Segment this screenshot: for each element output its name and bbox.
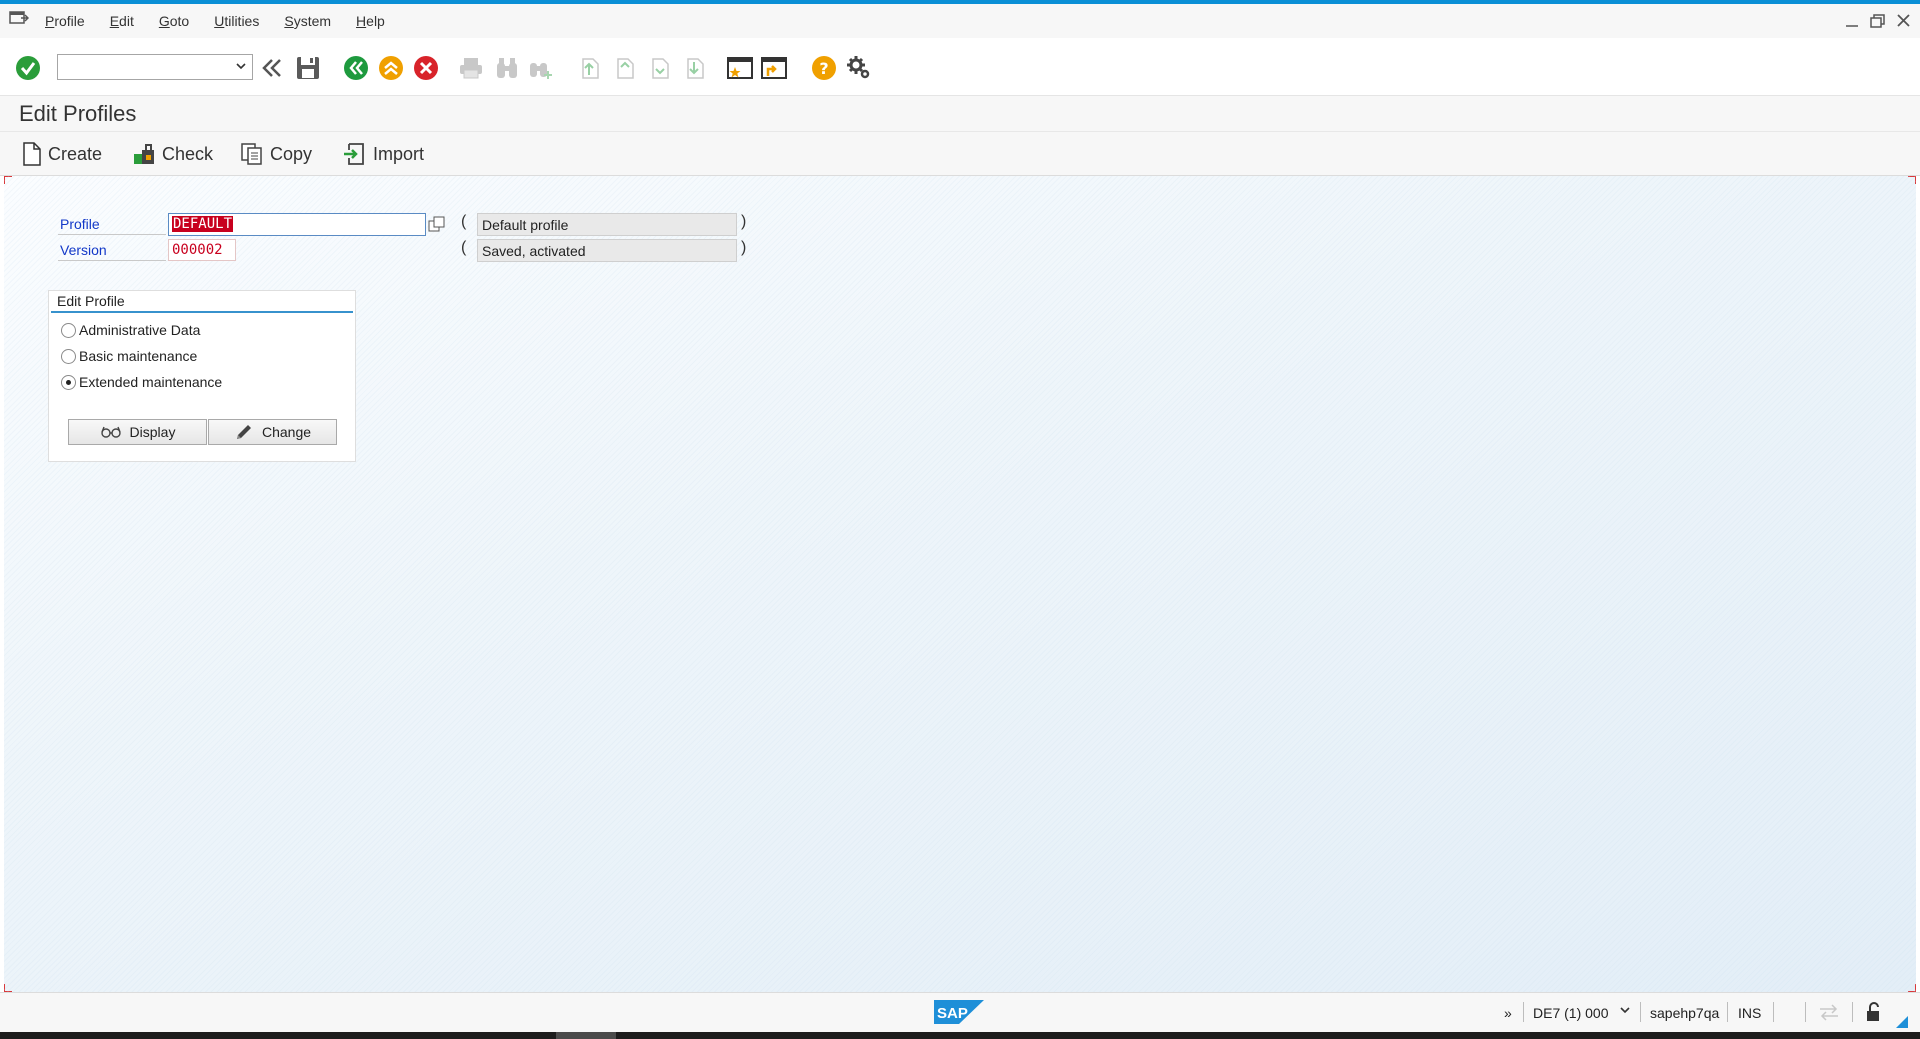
app-menu-icon[interactable]: [9, 10, 30, 28]
close-paren: ): [741, 239, 747, 256]
page-title: Edit Profiles: [19, 101, 137, 126]
radio-button[interactable]: [61, 348, 76, 364]
menu-goto[interactable]: Goto: [159, 13, 189, 29]
resize-grip-icon[interactable]: [1896, 1015, 1908, 1031]
shortcut-icon[interactable]: [760, 54, 788, 82]
close-icon[interactable]: [1894, 12, 1914, 30]
corner-marker: [1908, 176, 1916, 184]
command-input[interactable]: [58, 55, 228, 79]
next-page-icon: [646, 54, 674, 82]
insert-mode: INS: [1738, 1005, 1762, 1021]
sap-logo-icon: SAP: [934, 1000, 984, 1027]
application-toolbar: Create Check Copy Import: [0, 132, 1920, 176]
menu-help[interactable]: Help: [356, 13, 385, 29]
change-button[interactable]: Change: [208, 419, 337, 445]
radio-extended-maintenance[interactable]: Extended maintenance: [61, 374, 222, 390]
chevron-down-icon[interactable]: [1619, 1004, 1631, 1021]
radio-administrative-data[interactable]: Administrative Data: [61, 322, 200, 338]
label-underline: [58, 260, 166, 261]
print-icon: [457, 54, 485, 82]
group-title: Edit Profile: [57, 293, 125, 309]
cancel-icon[interactable]: [412, 54, 440, 82]
corner-marker: [4, 176, 12, 184]
restore-icon[interactable]: [1868, 12, 1888, 30]
status-separator: [1805, 1002, 1806, 1022]
taskbar-item: [556, 1032, 616, 1039]
menu-utilities[interactable]: Utilities: [214, 13, 259, 29]
radio-button-selected[interactable]: [61, 374, 76, 390]
previous-page-icon: [611, 54, 639, 82]
status-separator: [1727, 1002, 1728, 1022]
version-value: 000002: [168, 239, 236, 261]
status-expand-icon[interactable]: »: [1504, 1005, 1512, 1021]
label-underline: [58, 234, 166, 235]
menu-profile[interactable]: Profile: [45, 13, 85, 29]
system-info: DE7 (1) 000: [1533, 1005, 1609, 1021]
check-icon: [134, 144, 154, 164]
taskbar: [0, 1032, 1920, 1039]
status-separator: [1523, 1002, 1524, 1022]
value-help-icon[interactable]: [427, 215, 447, 238]
create-label: Create: [48, 143, 103, 164]
new-session-icon[interactable]: [726, 54, 754, 82]
status-separator: [1640, 1002, 1641, 1022]
glasses-icon: [100, 426, 121, 438]
radio-basic-maintenance[interactable]: Basic maintenance: [61, 348, 197, 364]
check-label: Check: [162, 143, 214, 164]
svg-text:?: ?: [819, 59, 828, 78]
first-page-icon: [576, 54, 604, 82]
import-label: Import: [373, 143, 425, 164]
last-page-icon: [681, 54, 709, 82]
profile-input[interactable]: DEFAULT: [168, 213, 426, 236]
group-divider: [51, 311, 353, 313]
lock-icon[interactable]: [1864, 1001, 1882, 1026]
copy-label: Copy: [270, 143, 313, 164]
check-button[interactable]: Check: [132, 141, 213, 167]
display-button[interactable]: Display: [68, 419, 207, 445]
status-bar: SAP » DE7 (1) 000 sapehp7qa INS: [0, 992, 1920, 1032]
new-document-icon: [23, 142, 41, 166]
transfer-icon: [1818, 1003, 1840, 1024]
corner-marker: [4, 984, 12, 992]
status-separator: [1773, 1002, 1774, 1022]
customize-layout-icon[interactable]: [845, 54, 873, 82]
find-next-icon: [527, 54, 555, 82]
menu-edit[interactable]: Edit: [110, 13, 134, 29]
profile-label: Profile: [60, 216, 100, 232]
menu-system[interactable]: System: [284, 13, 331, 29]
back-double-icon[interactable]: [258, 54, 286, 82]
menu-bar: Profile Edit Goto Utilities System Help: [0, 4, 1920, 38]
profile-description: Default profile: [477, 213, 737, 236]
command-field[interactable]: [57, 54, 253, 80]
edit-profile-group: Edit Profile Administrative Data Basic m…: [48, 290, 356, 462]
profile-value: DEFAULT: [172, 216, 234, 232]
copy-button[interactable]: Copy: [240, 141, 312, 167]
corner-marker: [1908, 984, 1916, 992]
minimize-icon[interactable]: [1842, 12, 1862, 30]
close-paren: ): [741, 213, 747, 230]
radio-button[interactable]: [61, 322, 76, 338]
system-toolbar: ?: [0, 38, 1920, 96]
import-icon: [344, 143, 364, 165]
enter-icon[interactable]: [14, 54, 42, 82]
save-icon[interactable]: [294, 54, 322, 82]
copy-icon: [241, 143, 262, 165]
version-label: Version: [60, 242, 107, 258]
open-paren: (: [461, 213, 467, 230]
import-button[interactable]: Import: [343, 141, 424, 167]
help-icon[interactable]: ?: [810, 54, 838, 82]
open-paren: (: [461, 239, 467, 256]
svg-text:SAP: SAP: [937, 1005, 968, 1022]
title-bar: Edit Profiles: [0, 96, 1920, 132]
status-separator: [1852, 1002, 1853, 1022]
back-icon[interactable]: [342, 54, 370, 82]
find-icon: [493, 54, 521, 82]
version-description: Saved, activated: [477, 239, 737, 262]
chevron-down-icon[interactable]: [235, 59, 247, 76]
exit-icon[interactable]: [377, 54, 405, 82]
pencil-icon: [236, 425, 251, 439]
create-button[interactable]: Create: [22, 141, 102, 167]
host-name: sapehp7qa: [1650, 1005, 1720, 1021]
menu-items: Profile Edit Goto Utilities System Help: [45, 13, 410, 29]
